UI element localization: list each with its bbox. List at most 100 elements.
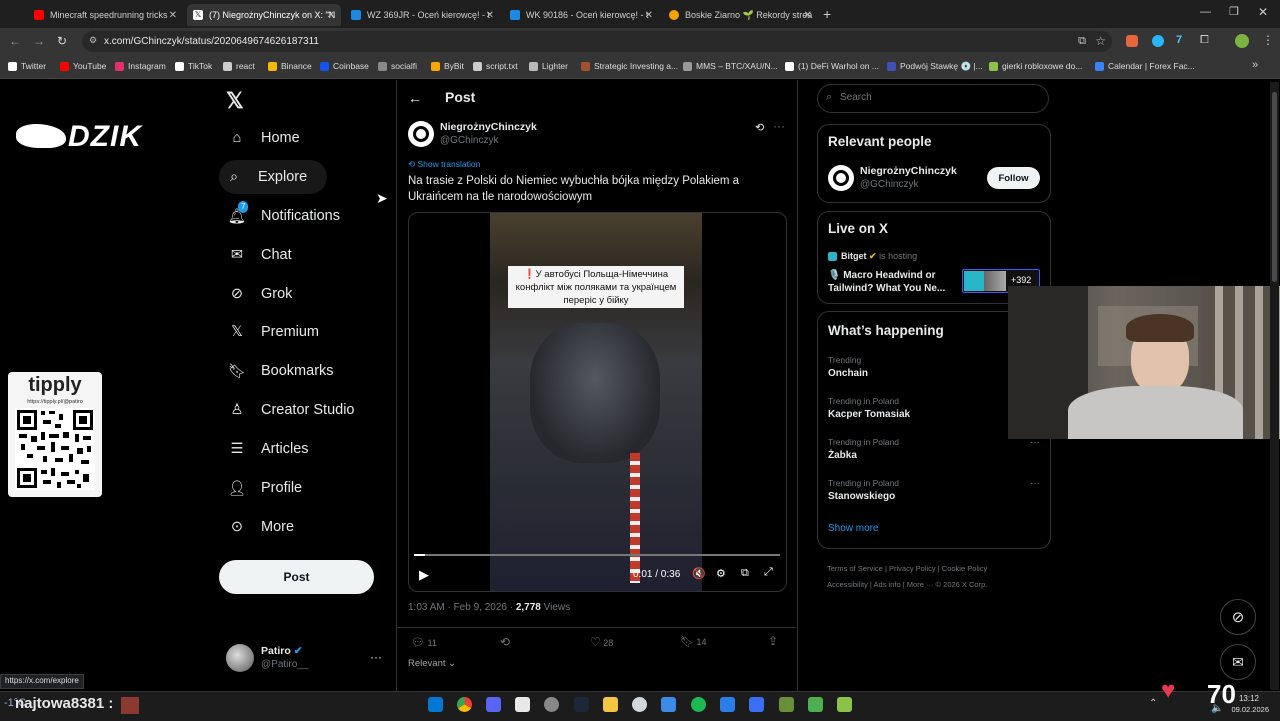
close-tab-icon[interactable]: ✕ — [804, 10, 812, 21]
show-more-link[interactable]: Show more — [828, 523, 879, 534]
extension-icon[interactable] — [1152, 35, 1164, 47]
trend-item[interactable]: Trending in Poland Stanowskiego ··· — [818, 478, 1050, 514]
nav-item-explore[interactable]: ⌕ Explore — [219, 160, 328, 194]
author-handle[interactable]: @GChinczyk — [440, 135, 499, 146]
nav-item-creator-studio[interactable]: ♙ Creator Studio — [222, 393, 355, 427]
maximize-button[interactable]: ❐ — [1229, 5, 1239, 18]
bookmark-item[interactable]: Podwój Stawkę 💿 |... — [887, 61, 983, 72]
browser-tab-5[interactable]: Boskie Ziarno 🌱 Rekordy strea ✕ — [663, 4, 818, 26]
bookmark-item[interactable]: Binance — [268, 61, 312, 71]
settings-gear-icon[interactable]: ⚙ — [716, 567, 726, 580]
nav-item-profile[interactable]: 👤︎ Profile — [222, 471, 302, 505]
trend-more-icon[interactable]: ··· — [1030, 478, 1040, 489]
extension-icon[interactable]: 7 — [1176, 34, 1182, 46]
bookmark-item[interactable]: ByBit — [431, 61, 464, 71]
url-bar[interactable]: ⚙ x.com/GChinczyk/status/202064967462618… — [82, 31, 1112, 52]
bookmark-item[interactable]: YouTube — [60, 61, 106, 71]
discord-icon[interactable] — [486, 697, 501, 712]
back-arrow-icon[interactable]: ← — [408, 90, 422, 106]
search-box[interactable]: ⌕ — [817, 84, 1049, 113]
bookmark-item[interactable]: Strategic Investing a... — [581, 61, 678, 71]
sort-replies-dropdown[interactable]: Relevant ⌄ — [408, 658, 456, 669]
more-bookmarks-icon[interactable]: » — [1252, 59, 1258, 71]
nav-item-grok[interactable]: ⊘ Grok — [222, 277, 293, 311]
cast-icon[interactable]: ⧉ — [1078, 35, 1086, 48]
reply-button[interactable]: 💬︎ 11 — [411, 636, 437, 649]
post-button[interactable]: Post — [219, 560, 374, 594]
footer-link[interactable]: More ··· — [907, 580, 934, 589]
account-avatar[interactable] — [226, 644, 254, 672]
app-icon[interactable] — [661, 697, 676, 712]
app-icon[interactable] — [837, 697, 852, 712]
repost-button[interactable]: ⟲ — [500, 635, 510, 649]
browser-menu-icon[interactable]: ⋮ — [1262, 33, 1274, 47]
page-scrollbar[interactable] — [1270, 82, 1279, 690]
nav-item-premium[interactable]: 𝕏 Premium — [222, 315, 319, 349]
play-icon[interactable]: ▶ — [419, 567, 429, 583]
account-more-icon[interactable]: ··· — [370, 650, 382, 664]
bookmark-item[interactable]: TikTok — [175, 61, 212, 71]
steam-icon[interactable] — [574, 697, 589, 712]
bookmark-item[interactable]: gierki robloxowe do... — [989, 61, 1082, 71]
nav-item-articles[interactable]: ☰ Articles — [222, 432, 309, 466]
like-button[interactable]: ♡ 28 — [590, 635, 613, 649]
nav-item-chat[interactable]: ✉ Chat — [222, 238, 292, 272]
bookmark-item[interactable]: Coinbase — [320, 61, 369, 71]
browser-tab-2[interactable]: 𝕏 (7) NiegrożnyChinczyk on X: "N ✕ — [187, 4, 341, 26]
relevant-avatar[interactable] — [828, 165, 854, 191]
live-host[interactable]: Bitget ✔ is hosting — [841, 251, 917, 262]
nav-item-home[interactable]: ⌂ Home — [222, 121, 300, 155]
minimize-button[interactable]: — — [1200, 6, 1211, 18]
share-icon[interactable]: ⇪ — [768, 634, 778, 648]
ccleaner-icon[interactable] — [632, 697, 647, 712]
back-icon[interactable]: ← — [9, 34, 21, 48]
footer-link[interactable]: Accessibility — [827, 580, 868, 589]
search-input[interactable] — [838, 91, 1032, 104]
close-window-button[interactable]: ✕ — [1258, 5, 1268, 19]
profile-avatar[interactable] — [1235, 34, 1249, 48]
extensions-puzzle-icon[interactable]: ⧠ — [1200, 34, 1209, 47]
fullscreen-icon[interactable]: ⤢ — [764, 566, 773, 579]
close-tab-icon[interactable]: ✕ — [327, 10, 335, 21]
forward-icon[interactable]: → — [33, 34, 45, 48]
scrollbar-thumb[interactable] — [1272, 92, 1277, 282]
bookmark-item[interactable]: react — [223, 61, 255, 71]
bookmark-star-icon[interactable]: ☆ — [1095, 34, 1106, 48]
nav-item-more[interactable]: ⊙ More — [222, 510, 294, 544]
nav-item-bookmarks[interactable]: 🔖︎ Bookmarks — [222, 354, 334, 388]
reload-icon[interactable]: ↻ — [57, 34, 67, 48]
x-logo-icon[interactable]: 𝕏 — [226, 88, 244, 114]
post-more-icon[interactable]: ··· — [773, 119, 785, 133]
bookmark-item[interactable]: Instagram — [115, 61, 166, 71]
nav-item-notifications[interactable]: 🔔︎ 7 Notifications — [222, 199, 340, 233]
close-tab-icon[interactable]: ✕ — [486, 10, 494, 21]
obs-icon[interactable] — [544, 697, 559, 712]
grok-icon[interactable]: ⟲ — [755, 121, 764, 134]
extension-icon[interactable] — [1126, 35, 1138, 47]
x-app-icon[interactable] — [749, 697, 764, 712]
video-player[interactable]: ❗У автобусі Польща-Німеччина конфлікт мі… — [408, 212, 787, 592]
site-info-icon[interactable]: ⚙ — [89, 35, 97, 46]
video-progress-track[interactable] — [414, 554, 780, 556]
footer-link[interactable]: Cookie Policy — [942, 564, 987, 573]
folder-icon[interactable] — [603, 697, 618, 712]
new-tab-button[interactable]: + — [823, 6, 831, 22]
follow-button[interactable]: Follow — [987, 167, 1040, 189]
footer-link[interactable]: Ads info — [874, 580, 901, 589]
bookmark-button[interactable]: 🔖︎ 14 — [680, 635, 707, 648]
author-avatar[interactable] — [408, 121, 434, 147]
app-icon[interactable] — [779, 697, 794, 712]
spotify-icon[interactable] — [691, 697, 706, 712]
browser-tab-3[interactable]: WZ 369JR - Oceń kierowcę! - t ✕ — [345, 4, 500, 26]
close-tab-icon[interactable]: ✕ — [169, 10, 177, 21]
close-tab-icon[interactable]: ✕ — [645, 10, 653, 21]
footer-link[interactable]: Terms of Service — [827, 564, 883, 573]
clock-time[interactable]: 13:12 — [1219, 694, 1259, 703]
bookmark-item[interactable]: Twitter — [8, 61, 46, 71]
browser-tab-4[interactable]: WK 90186 - Oceń kierowcę! - t ✕ — [504, 4, 659, 26]
trend-item[interactable]: Trending in Poland Żabka ··· — [818, 437, 1050, 473]
grok-float-button[interactable]: ⊘ — [1220, 599, 1256, 635]
notepad-icon[interactable] — [515, 697, 530, 712]
bookmark-item[interactable]: Calendar | Forex Fac... — [1095, 61, 1195, 71]
account-name[interactable]: Patiro ✔ — [261, 645, 303, 657]
